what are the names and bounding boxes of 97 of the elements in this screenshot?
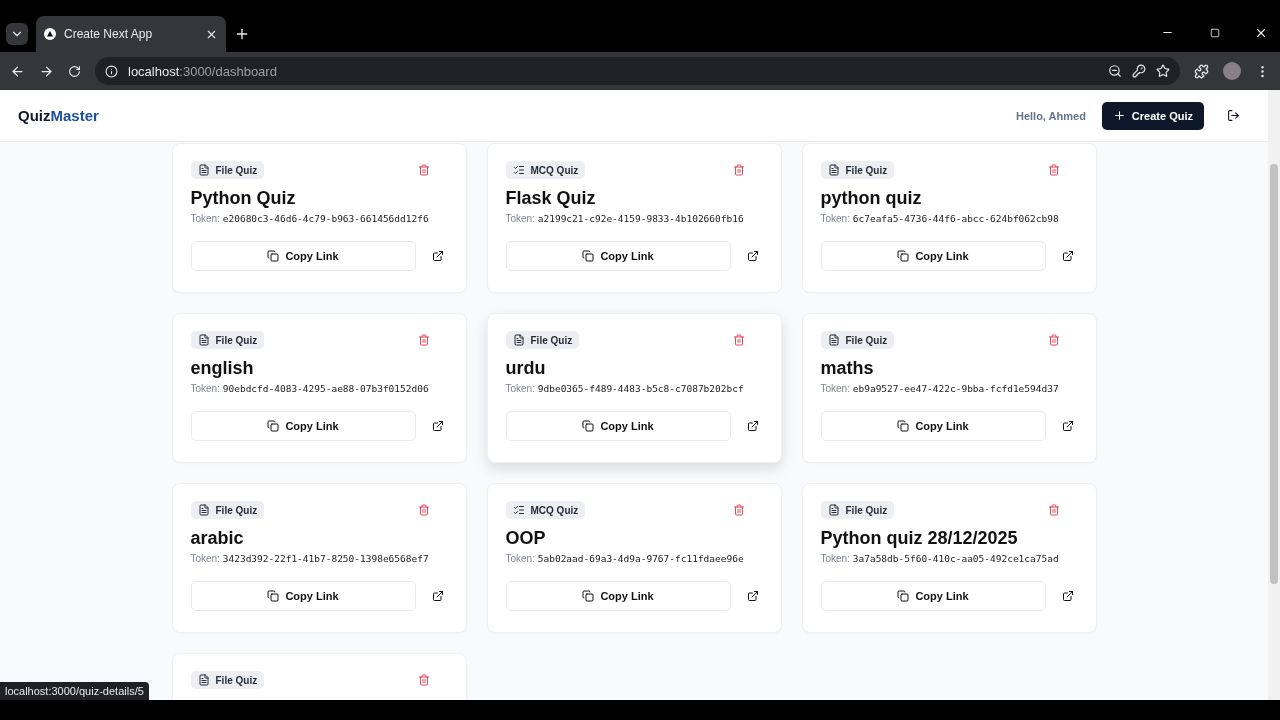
quiz-token: Token: 3423d392-22f1-41b7-8250-1398e6568ef7 [190, 553, 430, 564]
quiz-type-badge: File Quiz [190, 501, 265, 519]
delete-icon[interactable] [732, 334, 745, 346]
profile-avatar[interactable] [1223, 62, 1241, 80]
external-link-icon[interactable] [431, 590, 444, 602]
document-icon [512, 334, 525, 346]
copy-icon [582, 420, 595, 432]
quiz-type-badge: File Quiz [820, 331, 895, 349]
quiz-type-badge: File Quiz [820, 501, 895, 519]
delete-icon[interactable] [732, 164, 745, 176]
external-link-icon[interactable] [746, 420, 759, 432]
quiz-type-badge: File Quiz [190, 671, 265, 689]
document-icon [827, 164, 840, 176]
copy-link-button[interactable]: Copy Link [190, 411, 416, 441]
copy-icon [897, 590, 910, 602]
quiz-token: Token: 9dbe0365-f489-4483-b5c8-c7087b202bcf [505, 383, 745, 394]
quiz-title: english [190, 358, 255, 379]
external-link-icon[interactable] [1061, 590, 1074, 602]
quiz-token: Token: eb9a9527-ee47-422c-9bba-fcfd1e594d37 [820, 383, 1060, 394]
external-link-icon[interactable] [1061, 420, 1074, 432]
delete-icon[interactable] [1047, 164, 1060, 176]
quiz-type-badge: File Quiz [820, 161, 895, 179]
quiz-title: maths [820, 358, 875, 379]
quiz-type-badge: MCQ Quiz [505, 161, 586, 179]
quiz-token: Token: 6c7eafa5-4736-44f6-abcc-624bf062cb98 [820, 213, 1060, 224]
document-icon [197, 674, 210, 686]
quiz-type-badge: File Quiz [190, 331, 265, 349]
quiz-title: Python quiz 28/12/2025 [820, 528, 1019, 549]
quiz-type-badge: MCQ Quiz [505, 501, 586, 519]
copy-icon [897, 420, 910, 432]
quiz-token: Token: 5ab02aad-69a3-4d9a-9767-fc11fdaee96e [505, 553, 745, 564]
plus-icon [1112, 109, 1126, 122]
delete-icon[interactable] [1047, 334, 1060, 346]
create-quiz-button[interactable]: Create Quiz [1101, 101, 1204, 130]
quiz-title: Python Quiz [190, 188, 297, 209]
copy-icon [897, 250, 910, 262]
new-tab-icon[interactable] [234, 26, 250, 42]
external-link-icon[interactable] [746, 590, 759, 602]
delete-icon[interactable] [732, 504, 745, 516]
document-icon [197, 334, 210, 346]
copy-link-button[interactable]: Copy Link [820, 411, 1046, 441]
quiz-title: Flask Quiz [505, 188, 597, 209]
quiz-type-badge: File Quiz [505, 331, 580, 349]
delete-icon[interactable] [417, 164, 430, 176]
copy-icon [267, 250, 280, 262]
external-link-icon[interactable] [1061, 250, 1074, 262]
quiz-token: Token: 3a7a58db-5f60-410c-aa05-492ce1ca75ad [820, 553, 1060, 564]
copy-link-button[interactable]: Copy Link [505, 241, 731, 271]
copy-link-button[interactable]: Copy Link [505, 581, 731, 611]
checklist-icon [512, 164, 525, 176]
quiz-type-badge: File Quiz [190, 161, 265, 179]
copy-link-button[interactable]: Copy Link [190, 241, 416, 271]
quiz-title: OOP [505, 528, 547, 549]
copy-link-button[interactable]: Copy Link [190, 581, 416, 611]
logout-icon[interactable] [1226, 109, 1240, 122]
checklist-icon [512, 504, 525, 516]
quiz-title: python quiz [820, 188, 923, 209]
copy-link-button[interactable]: Copy Link [820, 241, 1046, 271]
delete-icon[interactable] [1047, 504, 1060, 516]
delete-icon[interactable] [417, 334, 430, 346]
delete-icon[interactable] [417, 674, 430, 686]
document-icon [827, 334, 840, 346]
document-icon [827, 504, 840, 516]
copy-link-button[interactable]: Copy Link [820, 581, 1046, 611]
browser-tab[interactable]: Create Next App [36, 16, 226, 52]
external-link-icon[interactable] [431, 420, 444, 432]
address-bar[interactable]: localhost:3000/dashboard [95, 57, 1180, 85]
close-window-icon[interactable] [1254, 26, 1268, 40]
quiz-token: Token: 90ebdcfd-4083-4295-ae88-07b3f0152d06 [190, 383, 430, 394]
info-icon[interactable] [105, 64, 118, 78]
extensions-icon[interactable] [1194, 63, 1209, 79]
brand-logo[interactable]: QuizMaster [18, 107, 1004, 124]
document-icon [197, 504, 210, 516]
zoom-icon[interactable] [1108, 64, 1122, 78]
quiz-token: Token: a2199c21-c92e-4159-9833-4b102660fb16 [505, 213, 745, 224]
external-link-icon[interactable] [431, 250, 444, 262]
delete-icon[interactable] [417, 504, 430, 516]
triangle-icon [44, 28, 56, 40]
back-icon[interactable] [10, 63, 25, 79]
star-icon[interactable] [1156, 64, 1170, 78]
tab-list-button[interactable] [6, 23, 28, 45]
copy-link-button[interactable]: Copy Link [505, 411, 731, 441]
external-link-icon[interactable] [746, 250, 759, 262]
greeting: Hello, Ahmed [1015, 109, 1086, 122]
document-icon [197, 164, 210, 176]
forward-icon[interactable] [39, 63, 54, 79]
quiz-token: Token: e20680c3-46d6-4c79-b963-661456dd12f6 [190, 213, 430, 224]
copy-icon [582, 250, 595, 262]
quiz-title: arabic [190, 528, 245, 549]
copy-icon [582, 590, 595, 602]
copy-icon [267, 590, 280, 602]
restore-icon[interactable] [1210, 28, 1220, 38]
reload-icon[interactable] [68, 64, 81, 78]
key-icon[interactable] [1132, 64, 1146, 78]
copy-icon [267, 420, 280, 432]
quiz-title: urdu [505, 358, 547, 379]
tab-title: Create Next App [64, 27, 154, 41]
